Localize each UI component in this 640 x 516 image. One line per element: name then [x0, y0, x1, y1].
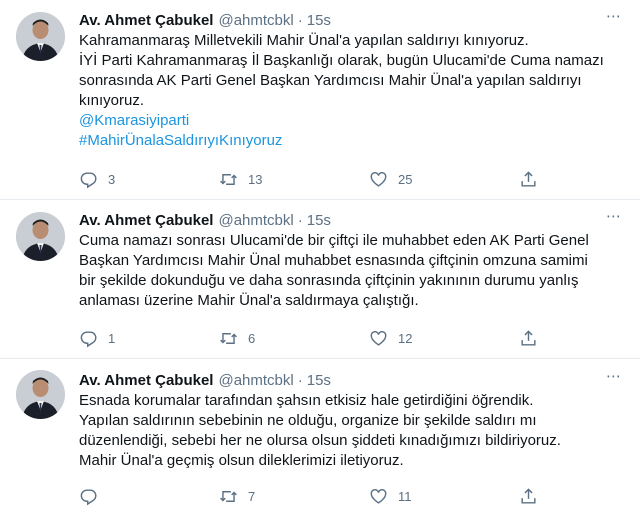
tweet-line: anlaması üzerine Mahir Ünal'a saldırmaya…	[79, 292, 419, 309]
reply-count: 3	[108, 171, 116, 187]
share-icon	[521, 170, 536, 187]
like-button[interactable]: 25	[369, 170, 412, 189]
tweet-text: Cuma namazı sonrası Ulucami'de bir çiftç…	[79, 231, 624, 311]
timestamp[interactable]: 15s	[307, 12, 331, 29]
heart-icon	[370, 171, 387, 187]
share-button[interactable]	[519, 487, 548, 506]
retweet-icon	[220, 332, 237, 344]
reply-button[interactable]: 3	[79, 170, 118, 189]
timestamp[interactable]: 15s	[307, 372, 331, 389]
avatar[interactable]	[16, 12, 65, 61]
separator: ·	[297, 11, 303, 29]
author-handle[interactable]: @ahmtcbkl	[218, 372, 293, 389]
author-handle[interactable]: @ahmtcbkl	[218, 212, 293, 229]
avatar[interactable]	[16, 212, 65, 261]
retweet-count: 6	[248, 330, 256, 346]
more-icon[interactable]: ⋯	[604, 209, 624, 228]
share-button[interactable]	[519, 329, 548, 348]
like-count: 25	[398, 171, 413, 187]
share-icon	[521, 487, 536, 504]
tweet-line: Kahramanmaraş Milletvekili Mahir Ünal'a …	[79, 32, 529, 49]
reply-icon	[80, 330, 97, 347]
hashtag-link[interactable]: #MahirÜnalaSaldırıyıKınıyoruz	[79, 131, 624, 151]
tweet-line: İYİ Parti Kahramanmaraş İl Başkanlığı ol…	[79, 52, 604, 69]
tweet-line: Yapılan saldırının sebebinin ne olduğu, …	[79, 412, 537, 429]
author-name[interactable]: Av. Ahmet Çabukel	[79, 372, 213, 389]
share-button[interactable]	[519, 170, 548, 189]
tweet[interactable]: Av. Ahmet Çabukel @ahmtcbkl · 15s ⋯ Esna…	[0, 360, 640, 516]
retweet-count: 7	[248, 488, 256, 504]
avatar-image	[16, 12, 65, 61]
reply-icon	[80, 488, 97, 505]
tweet-line: Cuma namazı sonrası Ulucami'de bir çiftç…	[79, 232, 589, 249]
retweet-button[interactable]: 13	[219, 170, 262, 189]
mention-link[interactable]: @Kmarasiyiparti	[79, 111, 624, 131]
author-handle[interactable]: @ahmtcbkl	[218, 12, 293, 29]
separator: ·	[297, 211, 303, 229]
author-name[interactable]: Av. Ahmet Çabukel	[79, 12, 213, 29]
tweet-line: sonrasında AK Parti Genel Başkan Yardımc…	[79, 72, 582, 89]
tweet-line: Mahir Ünal'a geçmiş olsun dileklerimizi …	[79, 452, 404, 469]
avatar-image	[16, 370, 65, 419]
like-button[interactable]: 11	[369, 487, 412, 506]
like-count: 12	[398, 330, 413, 346]
tweet-line: bir şekilde dokunduğu ve daha sonrasında…	[79, 272, 579, 289]
tweet-line: Başkan Yardımcısı Mahir Ünal muhabbet es…	[79, 252, 588, 269]
retweet-button[interactable]: 6	[219, 329, 258, 348]
timestamp[interactable]: 15s	[307, 212, 331, 229]
share-icon	[521, 329, 536, 346]
more-icon[interactable]: ⋯	[604, 369, 624, 388]
reply-button[interactable]	[79, 487, 118, 506]
retweet-count: 13	[248, 171, 263, 187]
avatar-image	[16, 212, 65, 261]
retweet-button[interactable]: 7	[219, 487, 258, 506]
tweet-timeline: Av. Ahmet Çabukel @ahmtcbkl · 15s ⋯ Kahr…	[0, 0, 640, 516]
heart-icon	[370, 330, 387, 346]
tweet[interactable]: Av. Ahmet Çabukel @ahmtcbkl · 15s ⋯ Kahr…	[0, 0, 640, 200]
author-name[interactable]: Av. Ahmet Çabukel	[79, 212, 213, 229]
tweet-line: kınıyoruz.	[79, 92, 145, 109]
retweet-icon	[220, 173, 237, 185]
heart-icon	[370, 488, 387, 504]
reply-button[interactable]: 1	[79, 329, 118, 348]
retweet-icon	[220, 490, 237, 502]
tweet[interactable]: Av. Ahmet Çabukel @ahmtcbkl · 15s ⋯ Cuma…	[0, 201, 640, 359]
reply-count: 1	[108, 330, 116, 346]
tweet-line: düzenlendiği, sebebi her ne olursa olsun…	[79, 432, 561, 449]
tweet-text: Kahramanmaraş Milletvekili Mahir Ünal'a …	[79, 31, 624, 151]
tweet-line: Esnada korumalar tarafından şahsın etkis…	[79, 392, 534, 409]
tweet-text: Esnada korumalar tarafından şahsın etkis…	[79, 391, 624, 471]
more-icon[interactable]: ⋯	[604, 9, 624, 28]
reply-icon	[80, 171, 97, 188]
like-count: 11	[398, 488, 412, 504]
tweet-header: Av. Ahmet Çabukel @ahmtcbkl · 15s	[79, 370, 624, 390]
tweet-header: Av. Ahmet Çabukel @ahmtcbkl · 15s	[79, 10, 624, 30]
like-button[interactable]: 12	[369, 329, 412, 348]
separator: ·	[297, 371, 303, 389]
avatar[interactable]	[16, 370, 65, 419]
tweet-header: Av. Ahmet Çabukel @ahmtcbkl · 15s	[79, 210, 624, 230]
